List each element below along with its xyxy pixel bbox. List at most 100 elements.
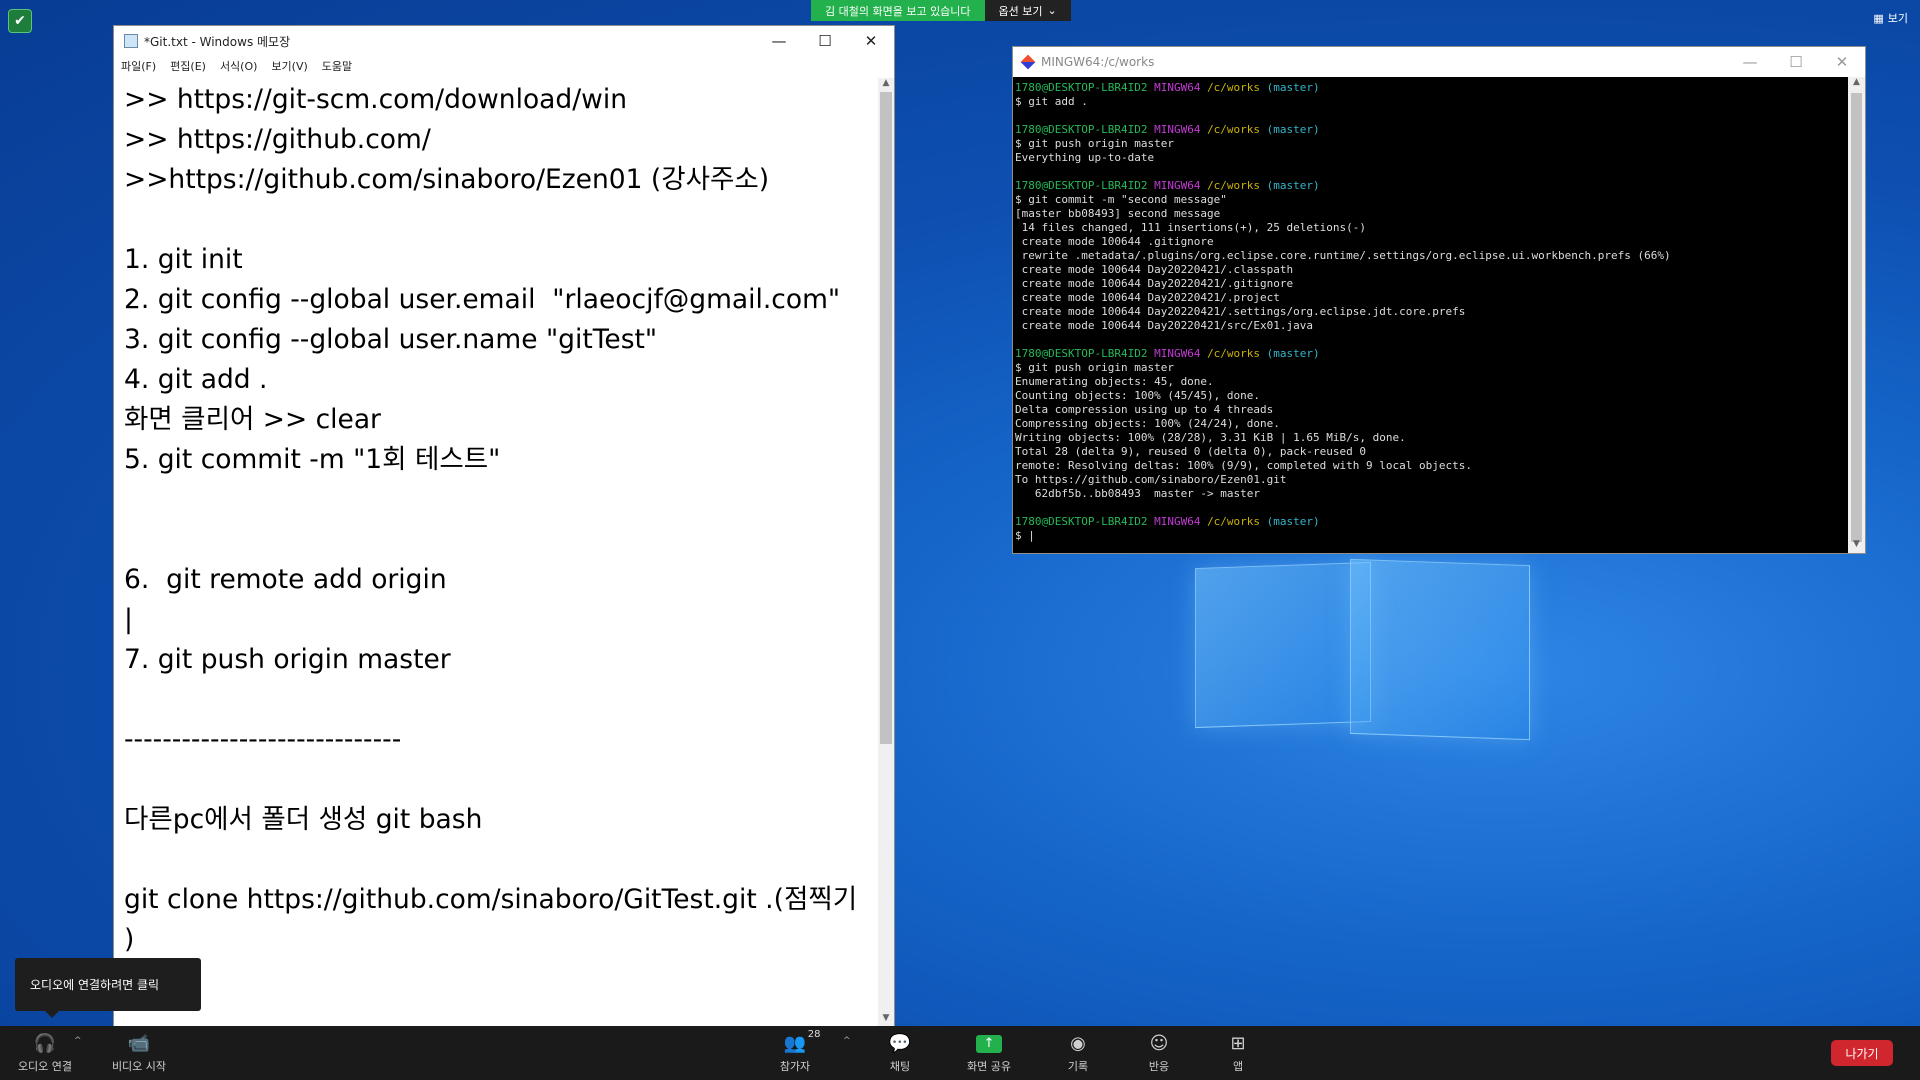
text-line	[124, 760, 868, 800]
chevron-up-icon[interactable]: ^	[843, 1036, 851, 1046]
output-line: rewrite .metadata/.plugins/org.eclipse.c…	[1015, 249, 1671, 262]
menu-item[interactable]: 보기(V)	[271, 58, 307, 74]
join-audio-label: 오디오 연결	[17, 1059, 73, 1073]
prompt-user: 1780@DESKTOP-LBR4ID2	[1015, 123, 1148, 136]
window-title: *Git.txt - Windows 메모장	[144, 34, 291, 49]
text-line: 2. git config --global user.email "rlaeo…	[124, 284, 841, 315]
prompt-user: 1780@DESKTOP-LBR4ID2	[1015, 179, 1148, 192]
smiley-plus-icon: ☺	[1149, 1033, 1169, 1054]
output-line: 14 files changed, 111 insertions(+), 25 …	[1015, 221, 1366, 234]
participants-icon: 👥 28	[783, 1028, 821, 1055]
share-screen-button[interactable]: ↑ 화면 공유	[958, 1026, 1020, 1080]
scroll-down-icon[interactable]: ▼	[1848, 539, 1865, 553]
prompt-branch: (master)	[1266, 347, 1320, 360]
close-button[interactable]: ✕	[848, 26, 894, 56]
text-line: >> https://git-scm.com/download/win	[124, 84, 627, 115]
text-line: )	[124, 924, 135, 955]
text-line	[124, 200, 868, 240]
menu-item[interactable]: 서식(O)	[220, 58, 257, 74]
reactions-label: 반응	[1148, 1059, 1170, 1073]
windows-logo-wallpaper	[1190, 558, 1550, 741]
text-line: git clone https://github.com/sinaboro/Gi…	[124, 884, 858, 915]
chat-button[interactable]: 💬 채팅	[880, 1026, 920, 1080]
scroll-down-icon[interactable]: ▼	[878, 1013, 894, 1027]
menu-item[interactable]: 편집(E)	[170, 58, 206, 74]
prompt-path: /c/works	[1207, 123, 1261, 136]
record-label: 기록	[1067, 1059, 1089, 1073]
output-line: Everything up-to-date	[1015, 151, 1155, 164]
prompt-line: 1780@DESKTOP-LBR4ID2 MINGW64 /c/works (m…	[1015, 81, 1846, 95]
menu-item[interactable]: 도움말	[322, 58, 352, 74]
output-line: create mode 100644 Day20220421/.gitignor…	[1015, 277, 1294, 290]
reactions-button[interactable]: ☺ 반응	[1141, 1026, 1177, 1080]
audio-tooltip: 오디오에 연결하려면 클릭	[15, 958, 201, 1018]
output-line: [master bb08493] second message	[1015, 207, 1221, 220]
notepad-titlebar[interactable]: *Git.txt - Windows 메모장 — ☐ ✕	[114, 26, 894, 56]
minimize-button[interactable]: —	[756, 26, 802, 56]
scroll-thumb[interactable]	[1851, 93, 1862, 542]
apps-button[interactable]: ⊞ 앱	[1222, 1026, 1254, 1080]
text-line: >>https://github.com/sinaboro/Ezen01 (강사…	[124, 164, 770, 195]
text-line: 6. git remote add origin	[124, 564, 447, 595]
prompt-branch: (master)	[1266, 81, 1320, 94]
output-line: Enumerating objects: 45, done.	[1015, 375, 1214, 388]
prompt-line: 1780@DESKTOP-LBR4ID2 MINGW64 /c/works (m…	[1015, 179, 1846, 193]
chevron-up-icon[interactable]: ^	[74, 1036, 82, 1046]
view-options-label: 옵션 보기	[998, 4, 1043, 18]
vertical-scrollbar[interactable]: ▲ ▼	[878, 78, 894, 1027]
prompt-line: 1780@DESKTOP-LBR4ID2 MINGW64 /c/works (m…	[1015, 123, 1846, 137]
text-line	[124, 840, 868, 880]
start-video-label: 비디오 시작	[111, 1059, 167, 1073]
terminal-output[interactable]: 1780@DESKTOP-LBR4ID2 MINGW64 /c/works (m…	[1013, 77, 1848, 553]
leave-meeting-button[interactable]: 나가기	[1831, 1040, 1893, 1066]
text-line	[124, 680, 868, 720]
participants-label: 참가자	[779, 1059, 811, 1073]
output-line: create mode 100644 Day20220421/.project	[1015, 291, 1280, 304]
headphones-icon: 🎧	[33, 1033, 57, 1054]
text-editor[interactable]: >> https://git-scm.com/download/win >> ht…	[114, 78, 878, 1027]
text-line	[124, 480, 868, 520]
text-line: >> https://github.com/	[124, 124, 431, 155]
notepad-icon	[124, 34, 138, 48]
command-line: $ git push origin master	[1015, 361, 1174, 374]
shield-icon[interactable]: ✔	[8, 9, 32, 33]
terminal-title: MINGW64:/c/works	[1041, 55, 1155, 69]
prompt-branch: (master)	[1266, 515, 1320, 528]
prompt-env: MINGW64	[1154, 347, 1201, 360]
close-button[interactable]: ✕	[1819, 47, 1865, 77]
vertical-scrollbar[interactable]: ▲ ▼	[1848, 77, 1865, 553]
chevron-down-icon: ⌄	[1047, 4, 1057, 17]
view-button[interactable]: ▦ 보기	[1873, 10, 1908, 26]
prompt-env: MINGW64	[1154, 515, 1201, 528]
terminal-titlebar[interactable]: MINGW64:/c/works — ☐ ✕	[1013, 47, 1865, 77]
maximize-button[interactable]: ☐	[802, 26, 848, 56]
scroll-up-icon[interactable]: ▲	[1848, 77, 1865, 91]
output-line: create mode 100644 .gitignore	[1015, 235, 1214, 248]
text-line: 다른pc에서 폴더 생성 git bash	[124, 804, 483, 835]
output-line: Writing objects: 100% (28/28), 3.31 KiB …	[1015, 431, 1406, 444]
scroll-up-icon[interactable]: ▲	[878, 78, 894, 92]
participants-count: 28	[807, 1028, 821, 1040]
record-icon: ◉	[1070, 1033, 1086, 1054]
chat-label: 채팅	[889, 1059, 911, 1073]
minimize-button[interactable]: —	[1727, 47, 1773, 77]
join-audio-button[interactable]: 🎧 오디오 연결	[12, 1026, 78, 1080]
share-message: 김 대철의 화면을 보고 있습니다	[811, 0, 985, 21]
scroll-thumb[interactable]	[880, 92, 892, 744]
participants-button[interactable]: 👥 28 참가자	[772, 1026, 821, 1080]
menu-item[interactable]: 파일(F)	[121, 58, 156, 74]
output-line: Compressing objects: 100% (24/24), done.	[1015, 417, 1280, 430]
prompt-path: /c/works	[1207, 515, 1261, 528]
text-line: 4. git add .	[124, 364, 268, 395]
text-line: 1. git init	[124, 244, 243, 275]
record-button[interactable]: ◉ 기록	[1060, 1026, 1096, 1080]
prompt-line: 1780@DESKTOP-LBR4ID2 MINGW64 /c/works (m…	[1015, 347, 1846, 361]
git-bash-icon	[1020, 54, 1036, 70]
maximize-button[interactable]: ☐	[1773, 47, 1819, 77]
menu-bar: 파일(F) 편집(E) 서식(O) 보기(V) 도움말	[114, 56, 894, 76]
text-line	[124, 520, 868, 560]
start-video-button[interactable]: 📹 비디오 시작	[104, 1026, 174, 1080]
view-options-button[interactable]: 옵션 보기 ⌄	[984, 0, 1071, 21]
